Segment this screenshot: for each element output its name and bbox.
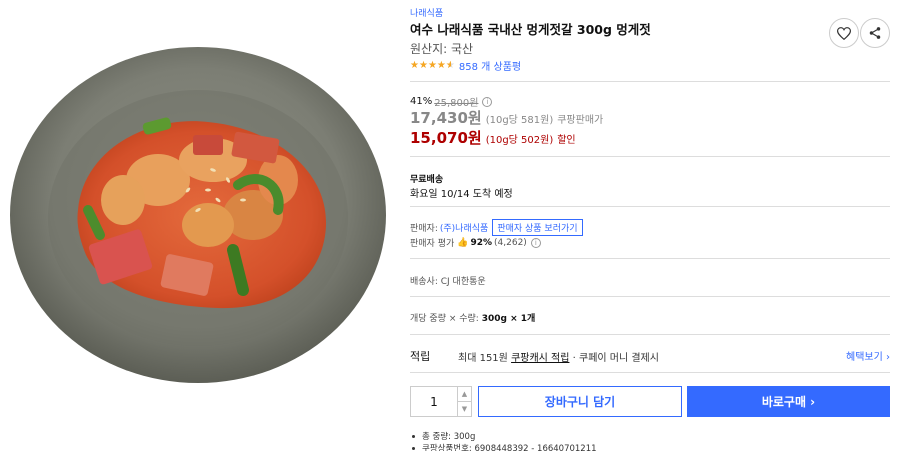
weight-quantity-info: 개당 중량 × 수량: 300g × 1개 [410,311,535,324]
star-icon: ★ [410,59,419,71]
product-info-panel: 나래식품 여수 나래식품 국내산 멍게젓갈 300g 멍게젓 원산지: 국산 ★… [410,0,892,451]
buy-now-button[interactable]: 바로구매 › [687,386,890,417]
seller-rating-pct: 92% [470,237,493,248]
thumbs-up-icon: 👍 [457,237,469,248]
divider [410,81,890,82]
seller-products-button[interactable]: 판매자 상품 보러가기 [492,219,583,236]
info-icon[interactable]: i [482,96,493,107]
reward-text: 최대 151원 쿠팡캐시 적립 · 쿠페이 머니 결제시 [458,349,659,364]
discount-rate: 41% [410,96,433,107]
product-details-list: 총 중량: 300g 쿠팡상품번호: 6908448392 - 16640701… [410,430,597,451]
coupang-cash-link[interactable]: 쿠팡캐시 적립 [511,353,569,364]
shipping-title: 무료배송 [410,175,444,185]
add-to-cart-button[interactable]: 장바구니 담기 [478,386,682,417]
divider [410,372,890,373]
weight-quantity-value: 300g × 1개 [481,314,536,324]
member-price-row: 15,070원 (10g당 502원) 할인 [410,127,576,148]
divider [410,258,890,259]
half-star-icon: ★ [446,60,455,71]
benefit-link[interactable]: 혜택보기 › [846,348,890,363]
divider [410,296,890,297]
weight-quantity-label: 개당 중량 × 수량: [410,314,479,324]
review-count-link[interactable]: 858 개 상품평 [459,58,521,73]
food-photo-icon [10,47,386,383]
reward-condition: · 쿠페이 머니 결제시 [572,352,659,364]
seller-rating-label: 판매자 평가 [410,239,455,249]
product-origin: 원산지: 국산 [410,42,474,56]
reward-amount: 최대 151원 [458,352,508,364]
divider [410,206,890,207]
star-icon: ★ [427,59,437,71]
reward-row: 적립 최대 151원 쿠팡캐시 적립 · 쿠페이 머니 결제시 혜택보기 › [410,348,890,364]
divider [410,156,890,157]
star-icon: ★ [418,59,428,71]
decrement-icon[interactable]: ▼ [458,402,471,416]
product-title: 여수 나래식품 국내산 멍게젓갈 300g 멍게젓 [410,22,651,37]
quantity-stepper: ▲ ▼ [410,386,472,417]
share-icon [869,27,881,39]
seller-label: 판매자: [410,224,438,234]
sale-price-label: 쿠팡판매가 [557,115,604,126]
star-icon: ★ [436,59,446,71]
courier-info: 배송사: CJ 대한통운 [410,277,486,287]
quantity-input[interactable] [411,387,457,416]
seller-row: 판매자: (주)나래식품 판매자 상품 보러가기 [410,219,583,236]
seller-name-link[interactable]: (주)나래식품 [440,221,488,234]
arrival-date: 화요일 10/14 도착 예정 [410,189,513,200]
rating-row[interactable]: ★ ★ ★ ★ ★ 858 개 상품평 [410,58,521,73]
seller-rating-row: 판매자 평가 👍 92% (4,262) i [410,236,541,249]
seller-rating-count: (4,262) [494,237,527,248]
star-rating: ★ ★ ★ ★ ★ [410,59,455,71]
heart-icon [837,26,851,40]
divider [410,334,890,335]
list-item: 총 중량: 300g [410,430,597,442]
sale-price: 17,430원 [410,109,482,127]
list-item: 쿠팡상품번호: 6908448392 - 16640701211 [410,442,597,451]
sale-price-row: 17,430원 (10g당 581원) 쿠팡판매가 [410,107,603,128]
member-price: 15,070원 [410,129,482,147]
product-image[interactable] [0,0,400,451]
wishlist-button[interactable] [829,18,859,48]
info-icon[interactable]: i [530,237,541,248]
increment-icon[interactable]: ▲ [458,387,471,402]
sale-unit-price: (10g당 581원) [485,115,554,126]
member-unit-price: (10g당 502원) [485,135,554,146]
share-button[interactable] [860,18,890,48]
reward-label: 적립 [410,350,431,363]
brand-link[interactable]: 나래식품 [410,6,443,19]
member-price-label: 할인 [557,135,576,146]
quantity-steps: ▲ ▼ [457,387,471,416]
